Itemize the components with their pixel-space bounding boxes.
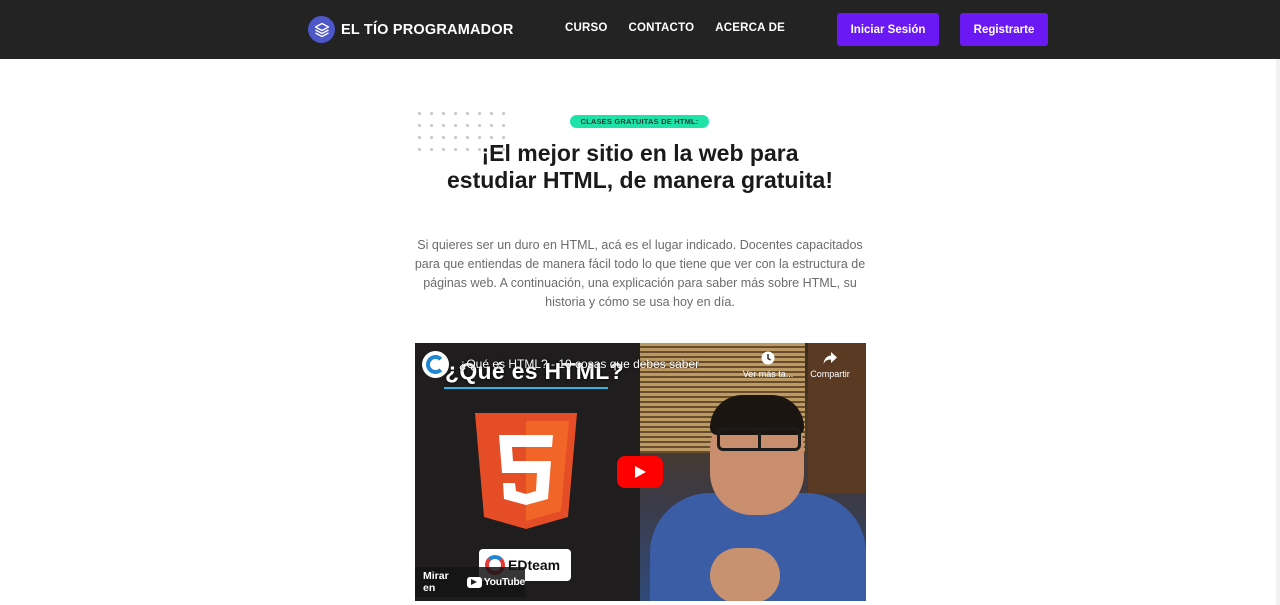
share-button[interactable]: Compartir	[805, 351, 855, 379]
top-navbar: EL TÍO PROGRAMADOR CURSO CONTACTO ACERCA…	[0, 0, 1280, 59]
nav-link-curso[interactable]: CURSO	[565, 22, 608, 34]
share-label: Compartir	[810, 369, 850, 379]
channel-avatar-icon[interactable]	[422, 351, 449, 378]
video-thumbnail-right	[640, 343, 866, 601]
nav-link-acerca-de[interactable]: ACERCA DE	[715, 22, 785, 34]
heading-underline	[444, 387, 608, 389]
share-arrow-icon	[823, 352, 837, 364]
youtube-logo: YouTube	[466, 576, 526, 588]
youtube-wordmark: YouTube	[483, 576, 526, 588]
register-button[interactable]: Registrarte	[960, 13, 1048, 46]
watch-later-label: Ver más ta...	[742, 369, 794, 379]
main-nav: CURSO CONTACTO ACERCA DE	[565, 22, 806, 34]
hero-badge: CLASES GRATUITAS DE HTML:	[570, 115, 709, 128]
video-thumbnail-left: ¿Qué es HTML? EDteam Mirar en YouTube	[415, 343, 640, 601]
clock-icon	[761, 351, 775, 365]
html5-logo-icon	[475, 413, 577, 529]
watch-on-youtube-button[interactable]: Mirar en YouTube	[415, 567, 525, 597]
watch-on-label: Mirar en	[423, 570, 449, 594]
youtube-video-embed[interactable]: ¿Qué es HTML? EDteam Mirar en YouTube ¿Q…	[415, 343, 866, 601]
nav-link-contacto[interactable]: CONTACTO	[629, 22, 695, 34]
play-button[interactable]	[617, 456, 663, 488]
youtube-play-icon	[466, 576, 482, 588]
brand-name: EL TÍO PROGRAMADOR	[341, 21, 514, 38]
presenter-hand	[710, 548, 780, 601]
login-button[interactable]: Iniciar Sesión	[837, 13, 939, 46]
play-icon	[635, 466, 646, 478]
hero-title: ¡El mejor sitio en la web para estudiar …	[447, 140, 833, 193]
layers-icon	[308, 16, 335, 43]
hero-description: Si quieres ser un duro en HTML, acá es e…	[414, 238, 866, 309]
watch-later-button[interactable]: Ver más ta...	[737, 351, 799, 379]
brand[interactable]: EL TÍO PROGRAMADOR	[308, 16, 514, 43]
presenter-glasses	[717, 427, 801, 451]
page-scrollbar[interactable]	[1276, 59, 1280, 605]
video-title[interactable]: ¿Qué es HTML? - 10 cosas que debes saber	[459, 357, 699, 371]
